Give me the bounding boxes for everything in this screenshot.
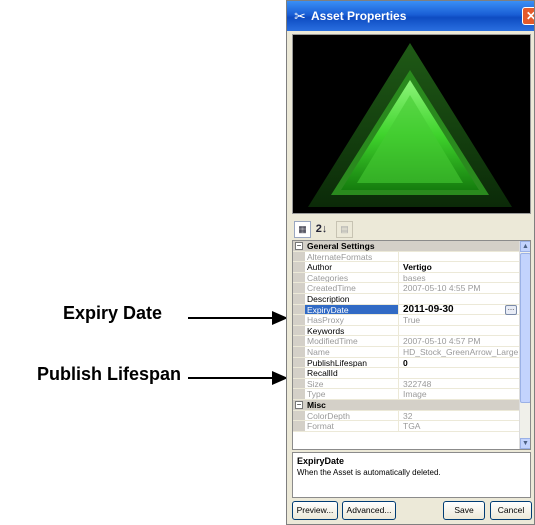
property-value[interactable]	[400, 368, 519, 378]
property-row[interactable]: Size 322748	[293, 378, 519, 390]
help-title: ExpiryDate	[297, 456, 345, 466]
asset-preview	[292, 34, 531, 214]
property-row[interactable]: Categories bases	[293, 272, 519, 284]
property-grid: − General Settings AlternateFormats Autho…	[292, 240, 531, 450]
property-name: Keywords	[293, 325, 399, 336]
property-name: ColorDepth	[293, 410, 399, 421]
row-gutter	[293, 368, 305, 378]
property-row[interactable]: Author Vertigo	[293, 262, 519, 273]
row-gutter	[293, 410, 305, 421]
property-name: HasProxy	[293, 315, 399, 325]
property-row[interactable]: Type Image	[293, 389, 519, 400]
property-value: HD_Stock_GreenArrow_Large	[403, 346, 519, 357]
row-gutter	[293, 283, 305, 293]
scroll-down-icon[interactable]: ▼	[520, 438, 530, 449]
row-gutter	[293, 389, 305, 399]
property-row[interactable]: RecallId	[293, 368, 519, 379]
window-title: Asset Properties	[311, 9, 407, 23]
preview-button[interactable]: Preview...	[292, 501, 338, 520]
property-name: CreatedTime	[293, 283, 399, 293]
property-value: 2007-05-10 4:55 PM	[403, 283, 481, 293]
scrollbar-thumb[interactable]	[520, 253, 530, 403]
property-value: 322748	[403, 378, 432, 389]
property-row[interactable]: ColorDepth 32	[293, 410, 519, 422]
category-general-settings[interactable]: − General Settings	[293, 241, 519, 252]
property-row[interactable]: CreatedTime 2007-05-10 4:55 PM	[293, 283, 519, 294]
collapse-icon[interactable]: −	[295, 400, 303, 409]
property-value[interactable]: 2011-09-30	[400, 305, 519, 315]
help-description: When the Asset is automatically deleted.	[297, 468, 441, 477]
row-gutter	[293, 357, 305, 368]
row-gutter	[293, 262, 305, 272]
property-name: Format	[293, 421, 399, 431]
property-value: bases	[403, 272, 426, 283]
property-value[interactable]	[400, 294, 519, 304]
property-value: True	[403, 315, 421, 325]
help-panel: ExpiryDate When the Asset is automatical…	[292, 452, 531, 498]
asset-properties-window: ✂ Asset Properties ✕ ▦ 2↓	[286, 0, 535, 525]
property-row[interactable]: PublishLifespan 0	[293, 357, 519, 369]
row-gutter	[293, 251, 305, 262]
cancel-button[interactable]: Cancel	[490, 501, 532, 520]
scroll-up-icon[interactable]: ▲	[520, 241, 530, 252]
alphabetical-sort-button[interactable]: 2↓	[313, 221, 330, 238]
property-name: ExpiryDate	[293, 304, 399, 315]
date-picker-button[interactable]: …	[505, 304, 517, 315]
close-button[interactable]: ✕	[522, 7, 534, 25]
property-pages-button[interactable]: ▤	[336, 221, 353, 238]
advanced-button[interactable]: Advanced...	[342, 501, 396, 520]
tools-icon: ✂	[294, 8, 306, 24]
property-name: Author	[293, 262, 399, 272]
property-value: 2007-05-10 4:57 PM	[403, 336, 481, 346]
property-row[interactable]: Format TGA	[293, 421, 519, 432]
row-gutter	[293, 378, 305, 389]
property-value[interactable]	[400, 326, 519, 336]
property-value[interactable]: Vertigo	[400, 262, 519, 272]
collapse-icon[interactable]: −	[295, 242, 303, 250]
property-row[interactable]: ExpiryDate 2011-09-30…	[293, 304, 519, 316]
property-value: TGA	[403, 421, 421, 431]
property-name: Categories	[293, 272, 399, 283]
property-name: RecallId	[293, 368, 399, 378]
property-grid-rows: − General Settings AlternateFormats Autho…	[293, 241, 519, 432]
window-titlebar[interactable]: ✂ Asset Properties ✕	[287, 1, 534, 31]
row-gutter	[293, 325, 305, 336]
property-value	[400, 252, 519, 262]
row-gutter	[293, 293, 305, 304]
callout-label-publish-lifespan: Publish Lifespan	[37, 364, 182, 384]
property-value: Image	[403, 389, 427, 399]
property-name: Size	[293, 378, 399, 389]
property-value: 32	[403, 410, 413, 421]
row-gutter	[293, 304, 305, 315]
row-gutter	[293, 336, 305, 346]
category-misc[interactable]: − Misc	[293, 399, 519, 411]
property-name: Name	[293, 346, 399, 357]
callout-label-expiry-date: Expiry Date	[63, 303, 163, 323]
property-name: AlternateFormats	[293, 251, 399, 262]
property-name: ModifiedTime	[293, 336, 399, 346]
dialog-buttons: Preview... Advanced... Save Cancel	[287, 501, 534, 523]
property-name: Description	[293, 293, 399, 304]
vertical-scrollbar[interactable]: ▲ ▼	[519, 241, 530, 449]
property-row[interactable]: Keywords	[293, 325, 519, 337]
save-button[interactable]: Save	[443, 501, 485, 520]
categorized-view-button[interactable]: ▦	[294, 221, 311, 238]
row-gutter	[293, 315, 305, 325]
property-row[interactable]: ModifiedTime 2007-05-10 4:57 PM	[293, 336, 519, 347]
row-gutter	[293, 421, 305, 431]
property-name: PublishLifespan	[293, 357, 399, 368]
callout-line-expiry-date	[188, 317, 274, 319]
property-row[interactable]: AlternateFormats	[293, 251, 519, 263]
grid-toolbar: ▦ 2↓ ▤	[292, 219, 531, 239]
property-row[interactable]: Description	[293, 293, 519, 305]
row-gutter	[293, 272, 305, 283]
callout-line-publish-lifespan	[188, 377, 274, 379]
green-arrow-image	[308, 43, 512, 207]
property-value[interactable]: 0	[400, 358, 519, 368]
property-row[interactable]: Name HD_Stock_GreenArrow_Large	[293, 346, 519, 358]
property-name: Type	[293, 389, 399, 399]
row-gutter	[293, 346, 305, 357]
property-row[interactable]: HasProxy True	[293, 315, 519, 326]
